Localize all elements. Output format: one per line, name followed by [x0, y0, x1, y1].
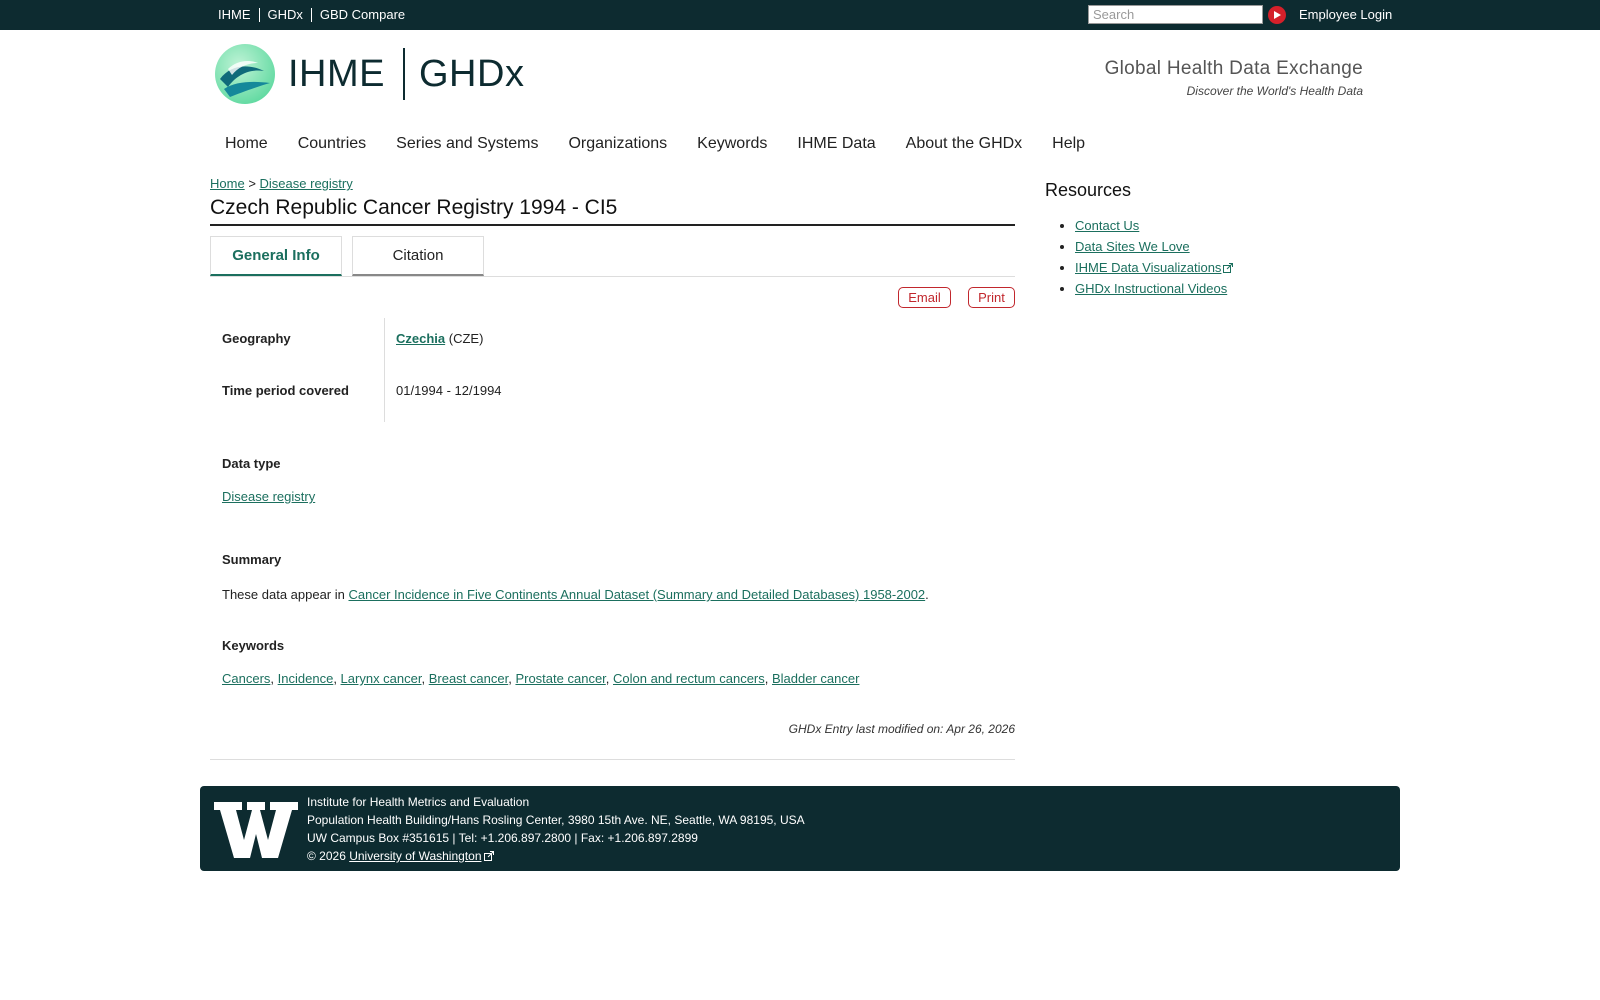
nav-item-about[interactable]: About the GHDx	[891, 131, 1038, 157]
resource-item: Data Sites We Love	[1075, 236, 1233, 257]
print-button[interactable]: Print	[968, 287, 1015, 308]
tagline-subtitle: Discover the World's Health Data	[1186, 84, 1363, 98]
keyword-link-incidence[interactable]: Incidence	[278, 671, 334, 686]
page-title: Czech Republic Cancer Registry 1994 - CI…	[210, 196, 1015, 226]
summary-suffix: .	[925, 587, 929, 602]
brand-ghdx: GHDx	[419, 52, 525, 95]
resource-item: GHDx Instructional Videos	[1075, 278, 1233, 299]
breadcrumb-home-link[interactable]: Home	[210, 176, 245, 191]
nav-item-keywords[interactable]: Keywords	[682, 131, 782, 157]
info-row-geography: Geography Czechia (CZE)	[222, 318, 1002, 370]
tab-citation[interactable]: Citation	[352, 236, 484, 276]
nav-item-series-and-systems[interactable]: Series and Systems	[381, 131, 553, 157]
nav-item-ihme-data[interactable]: IHME Data	[782, 131, 890, 157]
resource-link-ihme-viz[interactable]: IHME Data Visualizations	[1075, 260, 1221, 275]
keyword-link-breast-cancer[interactable]: Breast cancer	[429, 671, 509, 686]
brand-ihme: IHME	[288, 52, 385, 95]
search-go-button[interactable]	[1268, 6, 1286, 24]
nav-item-organizations[interactable]: Organizations	[553, 131, 682, 157]
keyword-link-larynx-cancer[interactable]: Larynx cancer	[341, 671, 422, 686]
external-link-icon	[1223, 263, 1234, 273]
main-nav: Home Countries Series and Systems Organi…	[210, 131, 1100, 157]
summary-dataset-link[interactable]: Cancer Incidence in Five Continents Annu…	[349, 587, 926, 602]
tab-general-info[interactable]: General Info	[210, 236, 342, 276]
footer-address: Population Health Building/Hans Rosling …	[307, 813, 805, 827]
ihme-logo-icon[interactable]	[214, 43, 276, 105]
time-period-label: Time period covered	[222, 383, 349, 398]
email-button[interactable]: Email	[898, 287, 951, 308]
brand-wordmark[interactable]: IHME GHDx	[288, 48, 524, 100]
uw-w-logo-icon[interactable]	[214, 802, 298, 858]
top-link-ghdx[interactable]: GHDx	[260, 8, 312, 22]
keyword-link-bladder-cancer[interactable]: Bladder cancer	[772, 671, 859, 686]
tab-bar: General Info Citation	[210, 236, 1015, 277]
resource-link-data-sites[interactable]: Data Sites We Love	[1075, 239, 1190, 254]
footer-contact: UW Campus Box #351615 | Tel: +1.206.897.…	[307, 831, 698, 845]
employee-login-link[interactable]: Employee Login	[1299, 0, 1392, 30]
nav-item-home[interactable]: Home	[210, 131, 283, 157]
geography-link[interactable]: Czechia	[396, 331, 445, 346]
site-tagline: Global Health Data Exchange Discover the…	[1105, 58, 1363, 98]
keyword-link-prostate-cancer[interactable]: Prostate cancer	[515, 671, 605, 686]
top-link-ihme[interactable]: IHME	[212, 8, 260, 22]
resource-item: IHME Data Visualizations	[1075, 257, 1234, 278]
summary-text: These data appear in Cancer Incidence in…	[222, 587, 929, 602]
keywords-list: Cancers, Incidence, Larynx cancer, Breas…	[222, 671, 860, 686]
time-period-value: 01/1994 - 12/1994	[396, 383, 502, 398]
tagline-title: Global Health Data Exchange	[1104, 58, 1363, 79]
top-links: IHME GHDx GBD Compare	[212, 0, 413, 30]
keyword-link-colon-rectum-cancers[interactable]: Colon and rectum cancers	[613, 671, 765, 686]
geography-code: (CZE)	[448, 331, 484, 346]
footer-copyright-line: © 2026 University of Washington	[307, 847, 805, 865]
summary-heading: Summary	[222, 552, 282, 567]
external-link-icon	[483, 851, 494, 861]
footer-text: Institute for Health Metrics and Evaluat…	[307, 793, 805, 865]
last-modified: GHDx Entry last modified on: Apr 26, 202…	[788, 722, 1015, 736]
brand-divider	[403, 48, 405, 100]
summary-prefix: These data appear in	[222, 587, 345, 602]
keyword-link-cancers[interactable]: Cancers	[222, 671, 270, 686]
data-type-heading: Data type	[222, 456, 281, 471]
breadcrumb: Home > Disease registry	[210, 176, 353, 191]
footer-uw-link[interactable]: University of Washington	[349, 849, 481, 863]
geography-value: Czechia (CZE)	[396, 318, 483, 370]
footer: Institute for Health Metrics and Evaluat…	[200, 786, 1400, 871]
nav-item-help[interactable]: Help	[1037, 131, 1100, 157]
footer-copyright: © 2026	[307, 849, 346, 863]
data-type-value: Disease registry	[222, 489, 315, 504]
breadcrumb-separator: >	[248, 176, 256, 191]
play-arrow-icon	[1274, 11, 1281, 19]
keywords-heading: Keywords	[222, 638, 285, 653]
footer-org-name: Institute for Health Metrics and Evaluat…	[307, 795, 530, 809]
top-bar: IHME GHDx GBD Compare Employee Login	[0, 0, 1600, 30]
resource-link-contact-us[interactable]: Contact Us	[1075, 218, 1139, 233]
top-link-gbd-compare[interactable]: GBD Compare	[312, 8, 413, 22]
breadcrumb-current-link[interactable]: Disease registry	[260, 176, 353, 191]
search-input[interactable]	[1088, 5, 1263, 24]
resources-list: Contact Us Data Sites We Love IHME Data …	[1075, 215, 1234, 299]
geography-label: Geography	[222, 331, 291, 346]
nav-item-countries[interactable]: Countries	[283, 131, 381, 157]
data-type-link[interactable]: Disease registry	[222, 489, 315, 504]
resource-link-videos[interactable]: GHDx Instructional Videos	[1075, 281, 1227, 296]
info-row-time: Time period covered 01/1994 - 12/1994	[222, 370, 1002, 422]
resources-heading: Resources	[1045, 180, 1132, 200]
resource-item: Contact Us	[1075, 215, 1233, 236]
content-divider	[210, 759, 1015, 760]
